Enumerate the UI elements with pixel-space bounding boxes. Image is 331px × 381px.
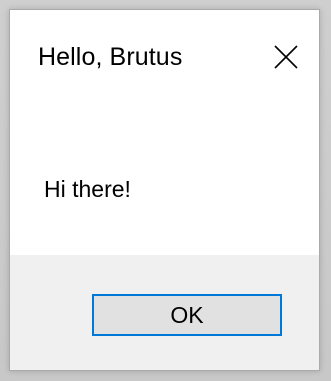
dialog-content: Hi there! bbox=[10, 106, 319, 255]
ok-button-label: OK bbox=[170, 301, 204, 328]
close-icon bbox=[274, 45, 298, 69]
dialog-message: Hi there! bbox=[44, 176, 131, 202]
dialog-title: Hello, Brutus bbox=[38, 43, 183, 71]
ok-button[interactable]: OK bbox=[92, 294, 282, 336]
close-button[interactable] bbox=[267, 36, 305, 76]
title-bar[interactable]: Hello, Brutus bbox=[10, 10, 319, 106]
dialog-footer: OK bbox=[10, 255, 319, 370]
message-dialog: Hello, Brutus Hi there! OK bbox=[9, 9, 320, 371]
